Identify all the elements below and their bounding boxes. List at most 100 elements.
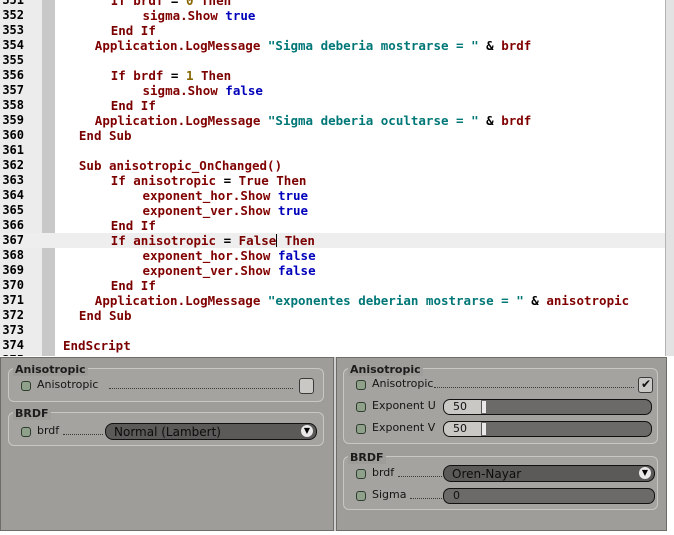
code-line[interactable]: 369 exponent_ver.Show false [0, 263, 665, 278]
brdf-dropdown-value: Normal (Lambert) [114, 425, 221, 439]
code-token: End If [110, 98, 156, 113]
code-token: sigma. [142, 8, 188, 23]
anisotropic-group-left: Anisotropic Anisotropic [8, 364, 324, 402]
code-text: exponent_hor.Show false [143, 248, 316, 263]
code-line[interactable]: 370 End If [0, 278, 665, 293]
script-editor[interactable]: 351 If brdf = 0 Then 352 sigma.Show true 353… [0, 0, 674, 356]
code-token: brdf [501, 38, 532, 53]
code-token: Show [240, 263, 278, 278]
line-number: 359 [2, 113, 24, 127]
code-token: sigma. [142, 83, 188, 98]
slider-handle[interactable] [481, 423, 486, 435]
code-text: Sub anisotropic_OnChanged() [79, 158, 282, 173]
line-number: 354 [2, 38, 24, 52]
code-line[interactable]: 354 Application.LogMessage "Sigma deberia… [0, 38, 665, 53]
code-text: sigma.Show false [143, 83, 263, 98]
code-text: End If [111, 278, 156, 293]
group-title-brdf: BRDF [348, 451, 386, 464]
line-number: 352 [2, 8, 24, 22]
line-number: 363 [2, 173, 24, 187]
code-line[interactable]: 373 [0, 323, 665, 338]
line-number: 374 [2, 338, 24, 352]
code-line[interactable]: 375 [0, 353, 665, 356]
sigma-field[interactable]: 0 [443, 488, 655, 504]
slider-handle[interactable] [481, 401, 486, 413]
code-token: Then [276, 173, 307, 188]
animatable-led-icon[interactable] [356, 402, 366, 412]
code-line[interactable]: 355 [0, 53, 665, 68]
code-line[interactable]: 361 [0, 143, 665, 158]
code-text: EndScript [63, 338, 131, 353]
code-line[interactable]: 367 If anisotropic = False Then [0, 233, 665, 248]
line-number: 353 [2, 23, 24, 37]
code-text: exponent_ver.Show false [143, 263, 316, 278]
code-token: brdf [501, 113, 532, 128]
exponent-v-value[interactable]: 50 [453, 422, 467, 436]
exponent-u-value[interactable]: 50 [453, 400, 467, 414]
chevron-down-icon[interactable]: ▼ [301, 425, 313, 437]
line-number: 375 [0, 353, 24, 356]
editor-scrollbar[interactable] [665, 0, 674, 356]
code-line[interactable]: 352 sigma.Show true [0, 8, 665, 23]
exponent-v-row: Exponent V 50 [356, 419, 654, 439]
brdf-group-right: BRDF brdf Oren-Nayar ▼ Sigma 0 [343, 452, 658, 510]
animatable-led-icon[interactable] [21, 427, 31, 437]
code-token: anisotropic [133, 173, 224, 188]
code-line[interactable]: 371 Application.LogMessage "exponentes de… [0, 293, 665, 308]
exponent-u-label: Exponent U [372, 399, 436, 412]
code-line[interactable]: 364 exponent_hor.Show true [0, 188, 665, 203]
animatable-led-icon[interactable] [21, 381, 31, 391]
animatable-led-icon[interactable] [356, 424, 366, 434]
animatable-led-icon[interactable] [356, 380, 366, 390]
leader-dots [398, 476, 442, 477]
code-token: 1 [185, 68, 202, 83]
exponent-v-slider[interactable]: 50 [443, 421, 652, 437]
code-line[interactable]: 357 sigma.Show false [0, 83, 665, 98]
exponent-u-slider[interactable]: 50 [443, 399, 652, 415]
code-line[interactable]: 365 exponent_ver.Show true [0, 203, 665, 218]
brdf-group-left: BRDF brdf Normal (Lambert) ▼ [8, 408, 324, 446]
anisotropic-checkbox-row: Anisotropic ✔ [356, 375, 654, 395]
code-text: If brdf = 0 Then [111, 0, 231, 8]
anisotropic-label: Anisotropic [372, 377, 434, 390]
code-line[interactable]: 360 End Sub [0, 128, 665, 143]
leader-dots [63, 434, 103, 435]
code-token: exponent_hor. [142, 248, 241, 263]
code-token: anisotropic [133, 233, 224, 248]
code-token: & [531, 293, 547, 308]
line-number: 370 [2, 278, 24, 292]
anisotropic-checkbox[interactable] [299, 378, 314, 394]
animatable-led-icon[interactable] [356, 491, 366, 501]
chevron-down-icon[interactable]: ▼ [639, 467, 651, 479]
check-icon: ✔ [641, 377, 652, 391]
code-line[interactable]: 358 End If [0, 98, 665, 113]
code-line[interactable]: 363 If anisotropic = True Then [0, 173, 665, 188]
code-token: = [223, 173, 239, 188]
code-token: If [110, 0, 134, 8]
code-line[interactable]: 359 Application.LogMessage "Sigma deberia… [0, 113, 665, 128]
anisotropic-checkbox[interactable]: ✔ [638, 377, 653, 393]
right-property-panel: Anisotropic Anisotropic ✔ Exponent U 50 … [336, 357, 667, 531]
code-line[interactable]: 362 Sub anisotropic_OnChanged() [0, 158, 665, 173]
code-line[interactable]: 351 If brdf = 0 Then [0, 0, 665, 8]
code-token: false [225, 83, 263, 98]
code-token: exponent_hor. [142, 188, 241, 203]
group-title-anisotropic: Anisotropic [13, 363, 88, 376]
code-token: & [486, 113, 502, 128]
animatable-led-icon[interactable] [356, 469, 366, 479]
sigma-value[interactable]: 0 [453, 489, 460, 503]
leader-dots [434, 387, 634, 388]
code-token: If [110, 233, 134, 248]
code-line[interactable]: 368 exponent_hor.Show false [0, 248, 665, 263]
brdf-dropdown[interactable]: Normal (Lambert) ▼ [105, 423, 317, 440]
code-token: anisotropic_OnChanged() [109, 158, 283, 173]
window-bottom-edge [0, 531, 674, 535]
brdf-dropdown[interactable]: Oren-Nayar ▼ [443, 465, 655, 482]
group-title-brdf: BRDF [13, 407, 51, 420]
code-line[interactable]: 353 End If [0, 23, 665, 38]
code-line[interactable]: 372 End Sub [0, 308, 665, 323]
code-line[interactable]: 366 End If [0, 218, 665, 233]
code-line[interactable]: 356 If brdf = 1 Then [0, 68, 665, 83]
line-number: 367 [2, 233, 24, 247]
code-line[interactable]: 374 EndScript [0, 338, 665, 353]
